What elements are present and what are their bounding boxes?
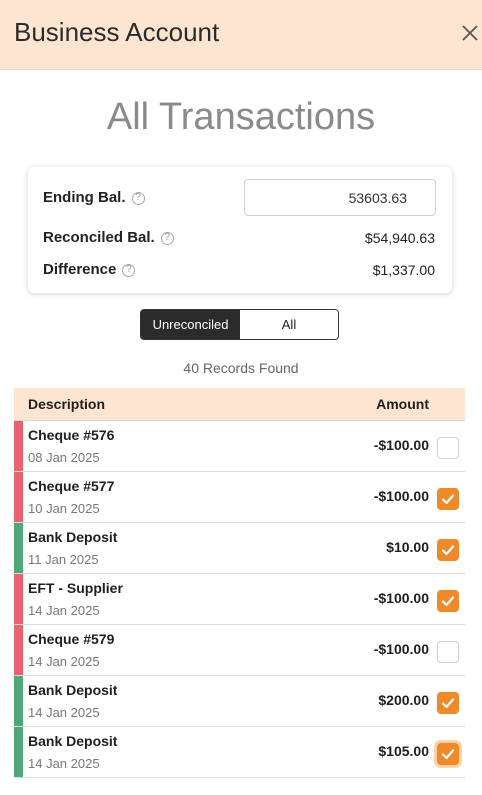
help-icon[interactable]: ? [122,263,136,277]
filter-all-button[interactable]: All [240,310,338,339]
difference-value: $1,337.00 [372,262,435,278]
transaction-description: Bank Deposit [28,529,118,545]
reconcile-checkbox[interactable] [437,743,459,765]
transaction-description: Bank Deposit [28,682,118,698]
column-header-amount: Amount [376,396,429,412]
reconcile-checkbox[interactable] [437,488,459,510]
reconcile-checkbox[interactable] [437,590,459,612]
reconciled-balance-label: Reconciled Bal. [43,229,155,246]
debit-indicator [14,421,23,471]
page-title: All Transactions [106,96,376,138]
transaction-amount: $105.00 [378,743,429,759]
records-count: 40 Records Found [183,360,299,376]
ending-balance-input[interactable] [244,179,436,216]
table-header: Description Amount [14,388,465,421]
transaction-date: 11 Jan 2025 [28,552,99,567]
reconcile-filter-toggle: Unreconciled All [140,309,339,340]
transaction-date: 08 Jan 2025 [28,450,100,465]
table-row[interactable]: EFT - Supplier 14 Jan 2025 -$100.00 [14,574,465,625]
transaction-description: EFT - Supplier [28,580,123,596]
difference-label-wrap: Difference ? [43,258,136,282]
table-body: Cheque #576 08 Jan 2025 -$100.00 Cheque #57… [14,421,465,778]
account-title: Business Account [14,17,220,47]
check-icon [441,545,455,556]
table-row[interactable]: Bank Deposit 14 Jan 2025 $105.00 [14,727,465,778]
ending-balance-label-wrap: Ending Bal. ? [43,186,145,210]
transactions-table: Description Amount Cheque #576 08 Jan 202… [14,388,465,778]
check-icon [441,698,455,709]
transaction-description: Cheque #577 [28,478,115,494]
help-icon[interactable]: ? [131,191,145,205]
credit-indicator [14,676,23,726]
credit-indicator [14,727,23,777]
transaction-amount: -$100.00 [373,641,429,657]
transaction-date: 10 Jan 2025 [28,501,100,516]
transaction-amount: -$100.00 [373,590,429,606]
transaction-description: Bank Deposit [28,733,118,749]
reconciled-balance-label-wrap: Reconciled Bal. ? [43,226,174,250]
transaction-amount: -$100.00 [373,488,429,504]
difference-row: Difference ? $1,337.00 [28,258,452,282]
reconcile-checkbox[interactable] [437,539,459,561]
transaction-description: Cheque #576 [28,427,115,443]
header: Business Account [0,0,482,70]
close-button[interactable] [458,20,482,46]
filter-unreconciled-button[interactable]: Unreconciled [141,310,240,339]
table-row[interactable]: Cheque #577 10 Jan 2025 -$100.00 [14,472,465,523]
table-row[interactable]: Cheque #576 08 Jan 2025 -$100.00 [14,421,465,472]
check-icon [441,749,455,760]
transaction-amount: -$100.00 [373,437,429,453]
check-icon [441,596,455,607]
reconcile-checkbox[interactable] [437,437,459,459]
table-row[interactable]: Bank Deposit 14 Jan 2025 $200.00 [14,676,465,727]
transaction-date: 14 Jan 2025 [28,603,100,618]
close-icon [462,25,478,41]
check-icon [441,494,455,505]
debit-indicator [14,625,23,675]
credit-indicator [14,523,23,573]
reconcile-checkbox[interactable] [437,692,459,714]
debit-indicator [14,472,23,522]
transaction-date: 14 Jan 2025 [28,705,100,720]
balance-summary-card: Ending Bal. ? Reconciled Bal. ? $54,940.… [28,167,452,293]
ending-balance-label: Ending Bal. [43,189,126,206]
reconciled-balance-row: Reconciled Bal. ? $54,940.63 [28,226,452,250]
help-icon[interactable]: ? [160,231,174,245]
transaction-description: Cheque #579 [28,631,115,647]
table-row[interactable]: Bank Deposit 11 Jan 2025 $10.00 [14,523,465,574]
difference-label: Difference [43,261,117,278]
table-row[interactable]: Cheque #579 14 Jan 2025 -$100.00 [14,625,465,676]
reconciled-balance-value: $54,940.63 [364,230,435,246]
column-header-description: Description [28,396,106,412]
transaction-date: 14 Jan 2025 [28,654,100,669]
debit-indicator [14,574,23,624]
transaction-amount: $10.00 [386,539,429,555]
reconcile-checkbox[interactable] [437,641,459,663]
transaction-amount: $200.00 [378,692,429,708]
transaction-date: 14 Jan 2025 [28,756,100,771]
